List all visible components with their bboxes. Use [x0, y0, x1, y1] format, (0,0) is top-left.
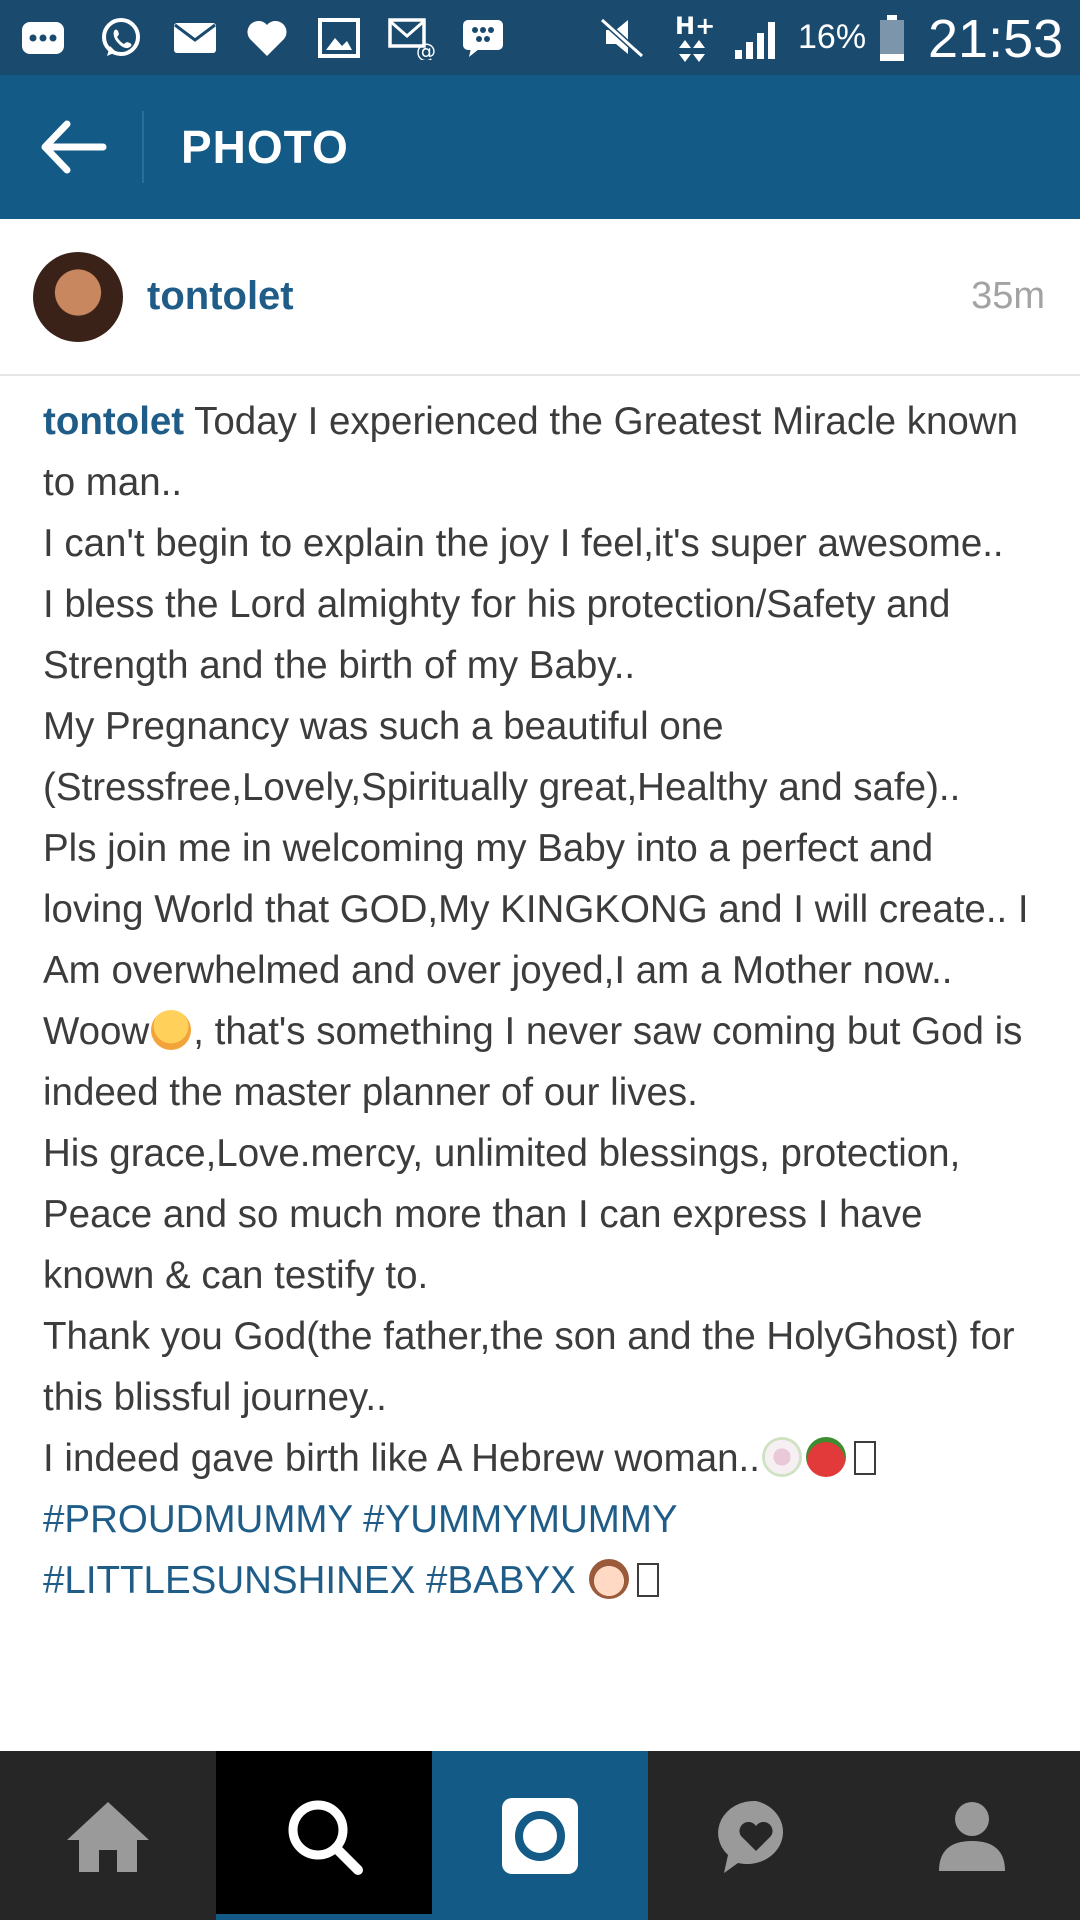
home-icon [67, 1801, 149, 1872]
battery-percent: 16% [798, 18, 867, 56]
caption-text: I indeed gave birth like A Hebrew woman.… [43, 1437, 760, 1480]
battery-icon [876, 0, 908, 75]
caption-line: Thank you God(the father,the son and the… [43, 1315, 1015, 1419]
nav-tab-profile[interactable] [864, 1751, 1080, 1920]
hashtag-link[interactable]: #LITTLESUNSHINEX [43, 1559, 415, 1602]
bottom-nav [0, 1751, 1080, 1920]
caption-line: tontolet Today I experienced the Greates… [43, 391, 1043, 513]
clock: 21:53 [928, 9, 1064, 69]
missing-glyph-icon [853, 1441, 876, 1475]
strawberry-emoji [805, 1437, 846, 1477]
caption-username[interactable]: tontolet [43, 400, 184, 443]
caption-line: #LITTLESUNSHINEX #BABYX [43, 1550, 1043, 1611]
avatar[interactable] [33, 252, 123, 342]
more-icon [20, 0, 66, 75]
post-timestamp: 35m [971, 275, 1045, 317]
whatsapp-icon [98, 0, 144, 75]
nav-tab-search[interactable] [216, 1751, 432, 1920]
baby-emoji [588, 1559, 629, 1599]
caption-line: #PROUDMUMMY #YUMMYMUMMY [43, 1489, 1043, 1550]
heart-icon [244, 0, 290, 75]
page-title: PHOTO [181, 121, 349, 173]
mute-icon [596, 0, 648, 75]
post-header: tontolet 35m [0, 219, 1080, 376]
post-username[interactable]: tontolet [147, 219, 294, 374]
app-bar-divider [142, 111, 144, 183]
caption-text: Woow [43, 1010, 150, 1053]
app-bar: PHOTO [0, 75, 1080, 219]
nav-tab-camera[interactable] [432, 1751, 648, 1920]
profile-icon [939, 1801, 1005, 1871]
svg-text:@: @ [416, 39, 436, 60]
activity-heart-icon [718, 1800, 784, 1873]
missing-glyph-icon [636, 1563, 659, 1597]
caption-line: My Pregnancy was such a beautiful one (S… [43, 705, 961, 809]
arrow-back-icon [41, 120, 107, 174]
caption-line: Woow, that's something I never saw comin… [43, 1001, 1043, 1123]
hashtag-link[interactable]: #YUMMYMUMMY [363, 1498, 677, 1541]
signal-icon [732, 0, 784, 75]
caption-line: I can't begin to explain the joy I feel,… [43, 522, 1004, 565]
caption-line: Pls join me in welcoming my Baby into a … [43, 827, 1029, 992]
nav-tab-activity[interactable] [648, 1751, 864, 1920]
bbm-icon [460, 0, 506, 75]
bouquet-emoji [761, 1437, 802, 1477]
gallery-icon [316, 0, 362, 75]
back-button[interactable] [30, 111, 114, 183]
caption-line: I indeed gave birth like A Hebrew woman.… [43, 1428, 1043, 1489]
search-icon [288, 1800, 363, 1875]
svg-text:H+: H+ [675, 12, 715, 40]
hashtag-link[interactable]: #PROUDMUMMY [43, 1498, 352, 1541]
caption-line: His grace,Love.mercy, unlimited blessing… [43, 1132, 961, 1297]
hplus-data-icon: H+ [672, 0, 718, 75]
camera-icon [502, 1797, 578, 1874]
post-caption: tontolet Today I experienced the Greates… [43, 391, 1043, 1751]
hashtag-link[interactable]: #BABYX [426, 1559, 576, 1602]
mail-icon [172, 0, 218, 75]
nav-tab-home[interactable] [0, 1751, 216, 1920]
caption-line: I bless the Lord almighty for his protec… [43, 583, 951, 687]
status-bar: @ H+ 16% 21:53 [0, 0, 1080, 75]
caption-text: Today I experienced the Greatest Miracle… [43, 400, 1019, 504]
pensive-face-emoji [151, 1010, 192, 1050]
email-sync-icon: @ [388, 0, 438, 75]
